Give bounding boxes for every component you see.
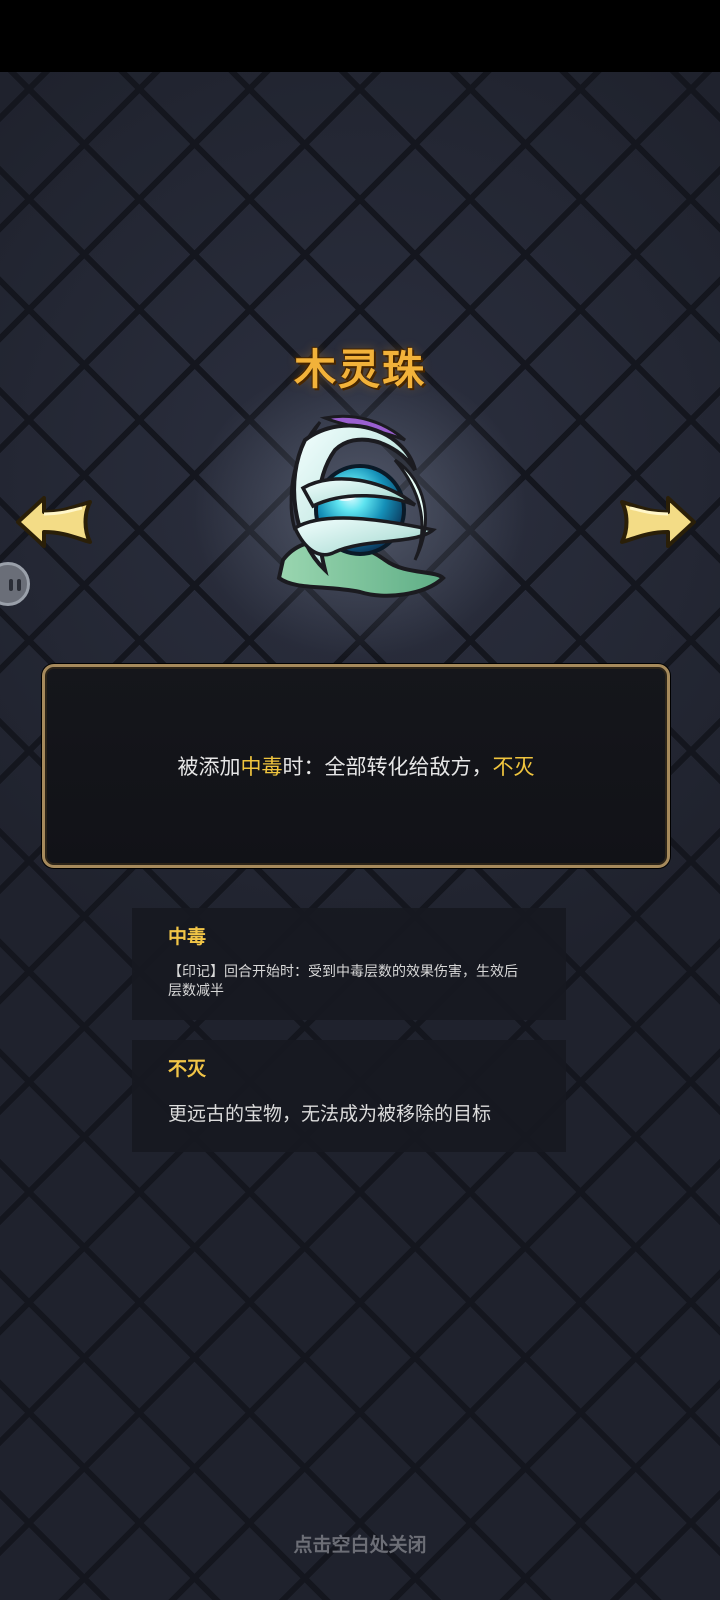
- close-hint[interactable]: 点击空白处关闭: [0, 1530, 720, 1557]
- arrow-right-icon[interactable]: [618, 492, 698, 552]
- keyword-description: 更远古的宝物，无法成为被移除的目标: [168, 1103, 492, 1125]
- description-keyword-poison: 中毒: [240, 755, 283, 779]
- description-middle: 时：全部转化给敌方，: [282, 755, 493, 779]
- jade-spirit-orb-icon: [276, 414, 446, 598]
- item-title: 木灵珠: [293, 345, 426, 394]
- description-keyword-indestructible: 不灭: [492, 755, 535, 779]
- keyword-name: 不灭: [168, 1058, 207, 1080]
- description-prefix: 被添加: [177, 755, 241, 779]
- item-description-text: 被添加中毒时：全部转化给敌方，不灭: [178, 751, 535, 781]
- keyword-card-poison: 中毒 【印记】回合开始时：受到中毒层数的效果伤害，生效后层数减半: [132, 908, 566, 1020]
- item-description-panel: 被添加中毒时：全部转化给敌方，不灭: [42, 664, 670, 868]
- status-bar: [0, 0, 720, 72]
- keyword-description: 【印记】回合开始时：受到中毒层数的效果伤害，生效后层数减半: [168, 964, 518, 999]
- keyword-name: 中毒: [168, 926, 207, 948]
- keyword-card-indestructible: 不灭 更远古的宝物，无法成为被移除的目标: [132, 1040, 566, 1152]
- arrow-left-icon[interactable]: [14, 492, 94, 552]
- floating-assist-button[interactable]: [0, 562, 30, 606]
